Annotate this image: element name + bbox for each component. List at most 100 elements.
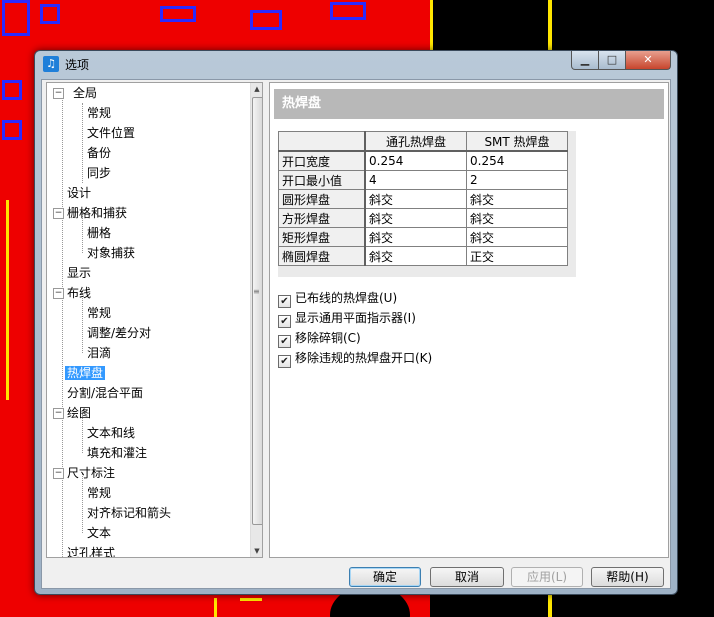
grid-cell[interactable]: 斜交 xyxy=(466,227,568,247)
minimize-button[interactable]: ▁ xyxy=(571,51,599,70)
help-button[interactable]: 帮助(H) xyxy=(591,567,664,587)
collapse-toggle[interactable]: − xyxy=(53,468,64,479)
cancel-button[interactable]: 取消 xyxy=(430,567,504,587)
thermal-table: 通孔热焊盘 SMT 热焊盘 开口宽度 0.254 0.254 开口最小值 4 2 xyxy=(278,131,568,266)
column-header-through-hole: 通孔热焊盘 xyxy=(364,131,467,152)
app-icon: ♫ xyxy=(43,56,59,72)
tree-item-label: 分割/混合平面 xyxy=(67,386,144,400)
tree-item-label: 对齐标记和箭头 xyxy=(87,506,172,520)
grip-icon: ≡ xyxy=(253,287,260,296)
scroll-down-icon[interactable]: ▼ xyxy=(251,545,262,557)
tree-item-label: 栅格和捕获 xyxy=(67,206,128,220)
tree-item-display[interactable]: 显示 xyxy=(67,263,91,283)
dialog-client: − 全局 常规 文件位置 备份 同步 设计 − 栅格和捕获 栅格 对象捕获 显示 −… xyxy=(41,79,671,589)
grid-cell[interactable]: 0.254 xyxy=(466,150,568,171)
tree-item-label: 设计 xyxy=(67,186,92,200)
grid-cell[interactable]: 2 xyxy=(466,170,568,190)
tree-item-label: 显示 xyxy=(67,266,92,280)
row-header: 矩形焊盘 xyxy=(278,227,366,247)
tree-item-label: 常规 xyxy=(87,306,112,320)
pcb-pad xyxy=(2,0,30,36)
scroll-up-icon[interactable]: ▲ xyxy=(251,83,262,95)
row-header: 椭圆焊盘 xyxy=(278,246,366,266)
tree-item-alignment-arrows[interactable]: 对齐标记和箭头 xyxy=(87,503,171,523)
thermals-panel: 热焊盘 通孔热焊盘 SMT 热焊盘 开口宽度 0.254 0.254 开口最小值 xyxy=(269,82,669,558)
tree-item-thermals[interactable]: 热焊盘 xyxy=(65,363,106,383)
grid-cell[interactable]: 斜交 xyxy=(364,227,467,247)
checkbox-show-general-plane[interactable]: ✔ 显示通用平面指示器(I) xyxy=(278,309,416,328)
checkbox-checked-icon[interactable]: ✔ xyxy=(278,295,291,308)
tree-item-sync[interactable]: 同步 xyxy=(87,163,111,183)
tree-item-routing-general[interactable]: 常规 xyxy=(87,303,111,323)
options-dialog: ♫ 选项 ▁ □ ✕ − 全局 常规 文件位置 备份 同步 设计 − 栅格和捕获 栅… xyxy=(34,50,678,595)
tree-scrollbar[interactable]: ▲ ≡ ▼ xyxy=(250,83,262,557)
table-row: 开口最小值 4 2 xyxy=(278,170,568,190)
checkbox-remove-isolated-copper[interactable]: ✔ 移除碎铜(C) xyxy=(278,329,361,348)
tree-item-dim-general[interactable]: 常规 xyxy=(87,483,111,503)
title-bar[interactable]: ♫ 选项 ▁ □ ✕ xyxy=(35,51,677,77)
collapse-toggle[interactable]: − xyxy=(53,208,64,219)
grid-cell[interactable]: 斜交 xyxy=(364,246,467,266)
row-header: 开口宽度 xyxy=(278,150,366,171)
checkbox-label: 已布线的热焊盘(U) xyxy=(295,291,398,305)
table-corner xyxy=(278,131,366,152)
column-header-smt: SMT 热焊盘 xyxy=(466,131,568,152)
tree-item-teardrops[interactable]: 泪滴 xyxy=(87,343,111,363)
grid-cell[interactable]: 正交 xyxy=(466,246,568,266)
tree-item-fill-pour[interactable]: 填充和灌注 xyxy=(87,443,147,463)
checkbox-checked-icon[interactable]: ✔ xyxy=(278,355,291,368)
tree-item-split-mixed-plane[interactable]: 分割/混合平面 xyxy=(67,383,143,403)
grid-cell[interactable]: 斜交 xyxy=(364,208,467,228)
checkbox-remove-violating-spokes[interactable]: ✔ 移除违规的热焊盘开口(K) xyxy=(278,349,433,368)
table-row: 开口宽度 0.254 0.254 xyxy=(278,150,568,171)
window-title: 选项 xyxy=(65,58,90,72)
scrollbar-thumb[interactable] xyxy=(252,97,262,525)
checkbox-label: 移除违规的热焊盘开口(K) xyxy=(295,351,433,365)
tree-item-general[interactable]: 常规 xyxy=(87,103,111,123)
tree-item-tuning-diffpair[interactable]: 调整/差分对 xyxy=(87,323,151,343)
tree-item-grids[interactable]: 栅格 xyxy=(87,223,111,243)
pcb-pad xyxy=(330,2,366,20)
close-button[interactable]: ✕ xyxy=(625,51,671,70)
row-header: 圆形焊盘 xyxy=(278,189,366,209)
tree-item-label: 填充和灌注 xyxy=(87,446,148,460)
tree-item-backup[interactable]: 备份 xyxy=(87,143,111,163)
checkbox-routed-thermals[interactable]: ✔ 已布线的热焊盘(U) xyxy=(278,289,398,308)
grid-cell[interactable]: 斜交 xyxy=(466,189,568,209)
table-row: 椭圆焊盘 斜交 正交 xyxy=(278,246,568,266)
category-tree[interactable]: − 全局 常规 文件位置 备份 同步 设计 − 栅格和捕获 栅格 对象捕获 显示 −… xyxy=(46,82,263,558)
pcb-pad xyxy=(40,4,60,24)
grid-cell[interactable]: 斜交 xyxy=(466,208,568,228)
tree-item-dim-text[interactable]: 文本 xyxy=(87,523,111,543)
tree-item-label: 热焊盘 xyxy=(65,366,106,380)
checkbox-checked-icon[interactable]: ✔ xyxy=(278,315,291,328)
pcb-pad xyxy=(160,6,196,22)
pcb-trace xyxy=(548,0,552,50)
grid-cell[interactable]: 4 xyxy=(364,170,467,190)
checkbox-label: 显示通用平面指示器(I) xyxy=(295,311,416,325)
ok-button[interactable]: 确定 xyxy=(349,567,421,587)
pcb-pad xyxy=(250,10,282,30)
tree-item-label: 同步 xyxy=(87,166,112,180)
thermal-grid: 通孔热焊盘 SMT 热焊盘 开口宽度 0.254 0.254 开口最小值 4 2 xyxy=(278,131,576,277)
tree-item-label: 常规 xyxy=(87,486,112,500)
collapse-toggle[interactable]: − xyxy=(53,408,64,419)
grid-cell[interactable]: 斜交 xyxy=(364,189,467,209)
grid-cell[interactable]: 0.254 xyxy=(364,150,467,171)
tree-item-via-patterns[interactable]: 过孔样式 xyxy=(67,543,115,557)
tree-item-label: 文本 xyxy=(87,526,112,540)
tree-item-design[interactable]: 设计 xyxy=(67,183,91,203)
panel-title: 热焊盘 xyxy=(274,89,664,119)
collapse-toggle[interactable]: − xyxy=(53,88,64,99)
apply-button[interactable]: 应用(L) xyxy=(511,567,583,587)
tree-item-object-snap[interactable]: 对象捕获 xyxy=(87,243,135,263)
tree-item-text-lines[interactable]: 文本和线 xyxy=(87,423,135,443)
tree-item-file-locations[interactable]: 文件位置 xyxy=(87,123,135,143)
collapse-toggle[interactable]: − xyxy=(53,288,64,299)
tree-item-label: 备份 xyxy=(87,146,112,160)
tree-item-label: 对象捕获 xyxy=(87,246,136,260)
pcb-trace xyxy=(548,593,552,617)
maximize-button[interactable]: □ xyxy=(598,51,626,70)
checkbox-label: 移除碎铜(C) xyxy=(295,331,361,345)
checkbox-checked-icon[interactable]: ✔ xyxy=(278,335,291,348)
